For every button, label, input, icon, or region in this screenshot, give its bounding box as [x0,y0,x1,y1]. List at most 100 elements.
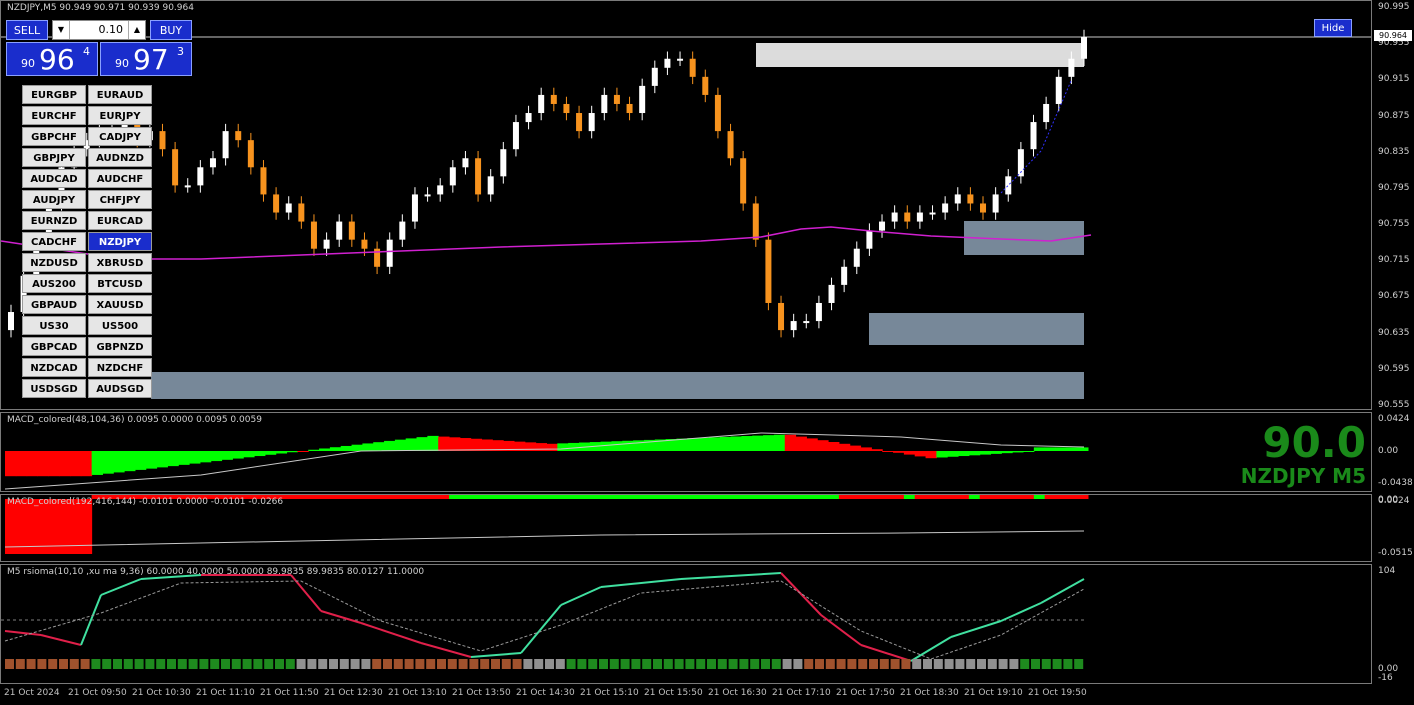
macd-bar [1001,495,1013,499]
symbol-button-nzdusd[interactable]: NZDUSD [22,253,86,272]
symbol-button-xbrusd[interactable]: XBRUSD [88,253,152,272]
bull-candle [1043,103,1050,123]
symbol-button-eurnzd[interactable]: EURNZD [22,211,86,230]
macd-bar [795,436,807,451]
macd-bar [1023,451,1035,452]
rsi-segment [520,604,562,654]
symbol-button-nzdcad[interactable]: NZDCAD [22,358,86,377]
lot-size-field[interactable]: ▼ 0.10 ▲ [52,20,146,40]
symbol-button-audchf[interactable]: AUDCHF [88,169,152,188]
rsi-state-block [102,659,112,669]
symbol-button-euraud[interactable]: EURAUD [88,85,152,104]
time-tick: 21 Oct 11:50 [260,688,319,698]
main-chart-pane[interactable]: NZDJPY,M5 90.949 90.971 90.939 90.964 [0,0,1372,410]
sell-button[interactable]: SELL [6,20,48,40]
macd-bar [449,495,461,499]
macd-bar [763,435,775,451]
rsi-segment [780,572,822,616]
macd-bar [860,495,872,499]
macd-bar [741,436,753,451]
price-tick: 90.715 [1378,255,1410,266]
macd-bar [329,447,342,451]
time-tick: 21 Oct 13:50 [452,688,511,698]
macd-bar [752,495,764,499]
macd-bar [611,495,623,499]
symbol-button-gbpchf[interactable]: GBPCHF [22,127,86,146]
symbol-button-aus200[interactable]: AUS200 [22,274,86,293]
lot-decrease-icon[interactable]: ▼ [53,21,70,39]
macd-bar [373,495,385,499]
macd-bar [113,451,125,473]
symbol-button-audsgd[interactable]: AUDSGD [88,379,152,398]
macd-bar [871,449,883,451]
time-tick: 21 Oct 18:30 [900,688,959,698]
rsi-state-block [523,659,533,669]
rsi-state-block [923,659,932,669]
bull-candle [197,167,204,186]
rsi-state-block [1052,659,1062,669]
time-tick: 21 Oct 10:30 [132,688,191,698]
symbol-button-gbpaud[interactable]: GBPAUD [22,295,86,314]
rsi-state-block [80,659,90,669]
macd-bar [5,451,17,477]
bull-candle [841,266,848,285]
macd-bar [871,495,883,499]
lot-value[interactable]: 0.10 [99,21,124,39]
macd-bar [968,495,981,499]
buy-button[interactable]: BUY [150,20,192,40]
symbol-button-btcusd[interactable]: BTCUSD [88,274,152,293]
rsi-state-block [59,659,68,669]
supply-zone-top [756,43,1084,67]
symbol-button-nzdchf[interactable]: NZDCHF [88,358,152,377]
bull-candle [8,312,14,331]
macd-slow-pane[interactable]: MACD_colored(192,416,144) -0.0101 0.0000… [0,494,1372,562]
time-tick: 21 Oct 15:10 [580,688,639,698]
lot-increase-icon[interactable]: ▲ [128,21,145,39]
symbol-button-eurjpy[interactable]: EURJPY [88,106,152,125]
symbol-button-eurgbp[interactable]: EURGBP [22,85,86,104]
symbol-button-eurchf[interactable]: EURCHF [22,106,86,125]
symbol-button-eurcad[interactable]: EURCAD [88,211,152,230]
symbol-button-audjpy[interactable]: AUDJPY [22,190,86,209]
symbol-button-gbpcad[interactable]: GBPCAD [22,337,86,356]
symbol-button-us30[interactable]: US30 [22,316,86,335]
rsi-state-block [285,659,295,669]
symbol-button-cadjpy[interactable]: CADJPY [88,127,152,146]
rsi-segment [100,578,142,596]
symbol-button-gbpjpy[interactable]: GBPJPY [22,148,86,167]
rsi-state-block [415,659,425,669]
symbol-button-nzdjpy[interactable]: NZDJPY [88,232,152,251]
symbol-button-us500[interactable]: US500 [88,316,152,335]
rsi-state-block [296,659,306,669]
zone-gray-mid [869,313,1084,345]
symbol-button-audcad[interactable]: AUDCAD [22,169,86,188]
symbol-button-usdsgd[interactable]: USDSGD [22,379,86,398]
macd-bar [535,443,547,451]
rsi-state-block [177,659,187,669]
symbol-button-chfjpy[interactable]: CHFJPY [88,190,152,209]
rsi-segment [360,622,422,644]
bear-candle [765,239,772,303]
rsi-state-block [825,659,835,669]
rsi-state-block [707,659,716,669]
symbol-button-cadchf[interactable]: CADCHF [22,232,86,251]
bull-candle [828,284,835,303]
symbol-button-xauusd[interactable]: XAUUSD [88,295,152,314]
rsi-state-block [253,659,263,669]
bull-candle [853,248,860,267]
bull-candle [525,113,532,123]
rsi-state-block [642,659,652,669]
macd-bar [1033,447,1046,451]
macd-fast-pane[interactable]: MACD_colored(48,104,36) 0.0095 0.0000 0.… [0,412,1372,492]
bear-candle [235,131,242,141]
bull-candle [1068,58,1075,77]
symbol-button-gbpnzd[interactable]: GBPNZD [88,337,152,356]
hide-button[interactable]: Hide [1314,19,1352,37]
macd-bar [589,495,602,499]
symbol-button-audnzd[interactable]: AUDNZD [88,148,152,167]
macd-bar [752,435,764,451]
rsioma-pane[interactable]: M5 rsioma(10,10 ,xu ma 9,36) 60.0000 40.… [0,564,1372,684]
price-chart[interactable] [1,1,1372,410]
rsi-state-block [869,659,878,669]
rsi-state-block [717,659,727,669]
